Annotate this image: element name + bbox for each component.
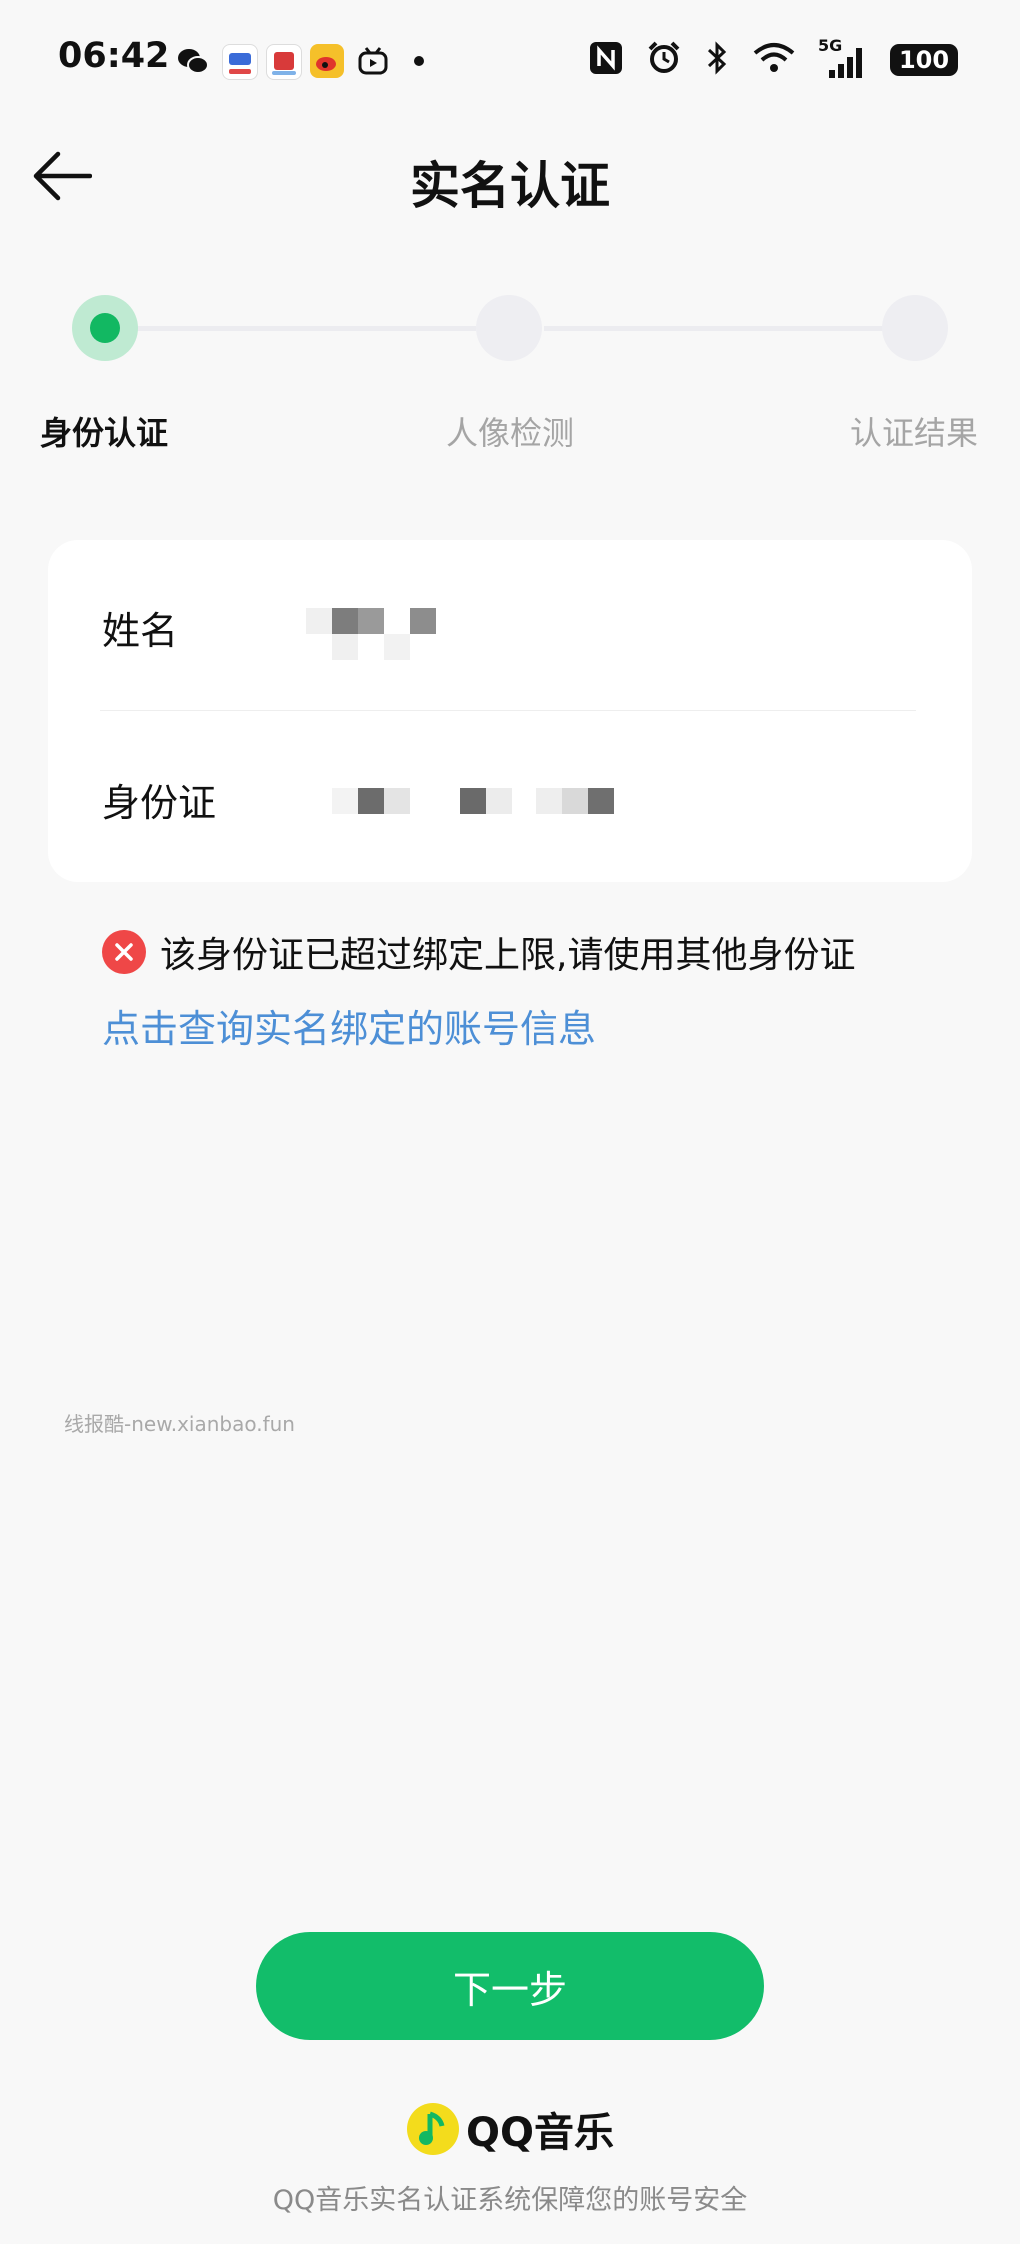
step-label-id: 身份认证 bbox=[40, 414, 169, 452]
signal-5g-icon: 5G bbox=[818, 36, 868, 80]
error-icon bbox=[102, 930, 146, 974]
more-dot-icon bbox=[414, 56, 424, 66]
status-bar-right: 5G 100 bbox=[588, 36, 958, 80]
step-indicator bbox=[476, 295, 542, 361]
error-message: 该身份证已超过绑定上限,请使用其他身份证 bbox=[160, 935, 856, 976]
id-field-masked[interactable] bbox=[332, 788, 614, 814]
yun-app-icon bbox=[222, 44, 258, 80]
query-bound-accounts-link[interactable]: 点击查询实名绑定的账号信息 bbox=[102, 998, 596, 1053]
form-divider bbox=[100, 710, 916, 711]
step-indicator-active bbox=[72, 295, 138, 361]
next-step-button[interactable]: 下一步 bbox=[256, 1932, 764, 2040]
pai-app-icon bbox=[266, 44, 302, 80]
step-label-face: 人像检测 bbox=[446, 414, 575, 452]
bilibili-tv-icon bbox=[356, 44, 390, 78]
wechat-icon bbox=[176, 44, 210, 78]
nfc-icon bbox=[588, 40, 624, 80]
bluetooth-icon bbox=[704, 40, 730, 80]
id-label: 身份证 bbox=[102, 781, 217, 825]
name-label: 姓名 bbox=[102, 609, 179, 653]
identity-form-card bbox=[48, 540, 972, 882]
step-indicator bbox=[882, 295, 948, 361]
page-title: 实名认证 bbox=[410, 157, 610, 215]
brand-name: QQ音乐 bbox=[465, 2110, 614, 2156]
qq-music-logo-icon bbox=[406, 2102, 460, 2156]
wifi-icon bbox=[752, 40, 796, 80]
status-time: 06:42 bbox=[58, 36, 170, 76]
footer-security-note: QQ音乐实名认证系统保障您的账号安全 bbox=[272, 2185, 748, 2216]
step-label-result: 认证结果 bbox=[850, 414, 979, 452]
step-connector bbox=[544, 326, 884, 331]
step-connector bbox=[136, 326, 476, 331]
battery-indicator: 100 bbox=[890, 44, 958, 76]
brand-footer: QQ音乐 bbox=[0, 2100, 1020, 2158]
weibo-icon bbox=[310, 44, 344, 78]
alarm-icon bbox=[646, 40, 682, 80]
watermark-text: 线报酷-new.xianbao.fun bbox=[64, 1412, 295, 1436]
name-field-masked[interactable] bbox=[306, 608, 436, 660]
